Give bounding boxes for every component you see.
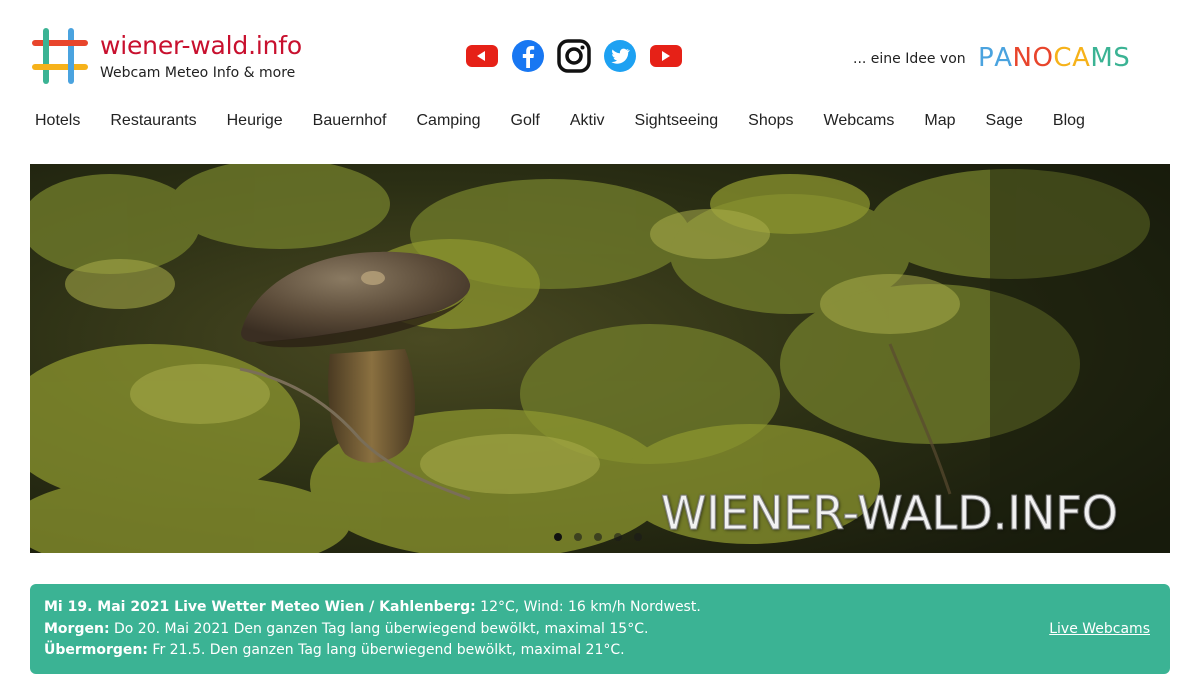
weather-today: Mi 19. Mai 2021 Live Wetter Meteo Wien /… bbox=[44, 599, 701, 615]
facebook-icon[interactable] bbox=[510, 38, 546, 74]
slider-dot[interactable] bbox=[594, 533, 602, 541]
slider-dot[interactable] bbox=[614, 533, 622, 541]
nav-item-camping[interactable]: Camping bbox=[417, 110, 481, 134]
live-webcams-link[interactable]: Live Webcams bbox=[1049, 621, 1150, 637]
weather-panel: Mi 19. Mai 2021 Live Wetter Meteo Wien /… bbox=[30, 584, 1170, 674]
hashtag-logo-icon[interactable] bbox=[30, 26, 92, 86]
slider-dot[interactable] bbox=[554, 533, 562, 541]
panocams-letter: S bbox=[1113, 43, 1131, 73]
panocams-letter: P bbox=[978, 43, 995, 73]
site-title[interactable]: wiener-wald.info bbox=[100, 31, 302, 60]
weather-today-label: Mi 19. Mai 2021 Live Wetter Meteo Wien /… bbox=[44, 599, 476, 615]
youtube-icon[interactable] bbox=[464, 38, 500, 74]
nav-item-hotels[interactable]: Hotels bbox=[35, 110, 80, 134]
nav-item-blog[interactable]: Blog bbox=[1053, 110, 1085, 134]
site-header: wiener-wald.info Webcam Meteo Info & mor… bbox=[0, 0, 1200, 100]
nav-item-restaurants[interactable]: Restaurants bbox=[110, 110, 196, 134]
main-navigation: Hotels Restaurants Heurige Bauernhof Camping… bbox=[35, 110, 1115, 134]
hero-slider: WIENER-WALD.INFO bbox=[30, 164, 1170, 553]
nav-item-bauernhof[interactable]: Bauernhof bbox=[313, 110, 387, 134]
nav-item-webcams[interactable]: Webcams bbox=[824, 110, 895, 134]
idea-credit-text: ... eine Idee von bbox=[853, 51, 966, 67]
nav-item-sage[interactable]: Sage bbox=[986, 110, 1023, 134]
hero-overlay-title: WIENER-WALD.INFO bbox=[660, 486, 1118, 541]
panocams-letter: C bbox=[1053, 43, 1073, 73]
weather-dayafter-value: Fr 21.5. Den ganzen Tag lang überwiegend… bbox=[147, 642, 625, 658]
nav-item-heurige[interactable]: Heurige bbox=[227, 110, 283, 134]
panocams-letter: A bbox=[994, 43, 1013, 73]
slider-dots bbox=[554, 533, 642, 541]
nav-item-shops[interactable]: Shops bbox=[748, 110, 793, 134]
nav-item-golf[interactable]: Golf bbox=[511, 110, 540, 134]
weather-dayafter: Übermorgen: Fr 21.5. Den ganzen Tag lang… bbox=[44, 642, 625, 658]
panocams-letter: A bbox=[1072, 43, 1091, 73]
panocams-logo[interactable]: PANOCAMS bbox=[978, 43, 1130, 73]
panocams-letter: O bbox=[1032, 43, 1054, 73]
weather-tomorrow: Morgen: Do 20. Mai 2021 Den ganzen Tag l… bbox=[44, 621, 648, 637]
weather-dayafter-label: Übermorgen: bbox=[44, 642, 148, 658]
panocams-letter: N bbox=[1012, 43, 1033, 73]
weather-today-value: 12°C, Wind: 16 km/h Nordwest. bbox=[475, 599, 701, 615]
youtube-icon[interactable] bbox=[648, 38, 684, 74]
site-subtitle: Webcam Meteo Info & more bbox=[100, 65, 296, 81]
slider-dot[interactable] bbox=[574, 533, 582, 541]
nav-item-sightseeing[interactable]: Sightseeing bbox=[635, 110, 719, 134]
social-links bbox=[464, 38, 684, 74]
weather-tomorrow-label: Morgen: bbox=[44, 621, 110, 637]
nav-item-map[interactable]: Map bbox=[924, 110, 955, 134]
nav-item-aktiv[interactable]: Aktiv bbox=[570, 110, 605, 134]
twitter-icon[interactable] bbox=[602, 38, 638, 74]
panocams-letter: M bbox=[1090, 43, 1114, 73]
slider-dot[interactable] bbox=[634, 533, 642, 541]
instagram-icon[interactable] bbox=[556, 38, 592, 74]
weather-tomorrow-value: Do 20. Mai 2021 Den ganzen Tag lang über… bbox=[109, 621, 649, 637]
